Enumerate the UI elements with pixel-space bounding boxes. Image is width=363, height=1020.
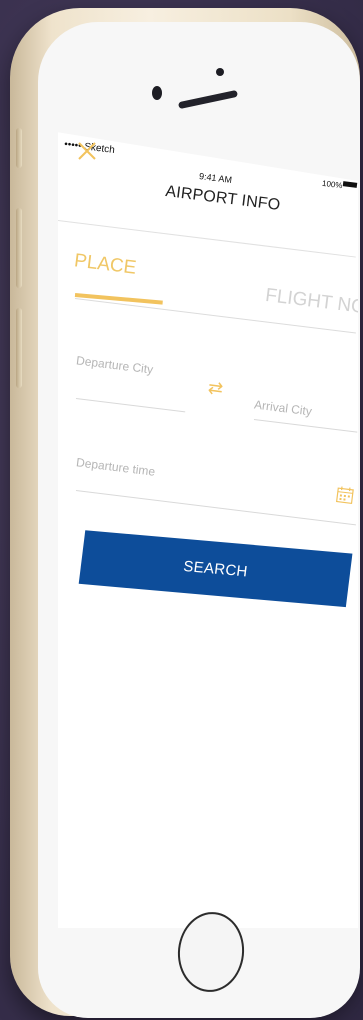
arrival-city-input[interactable]: Arrival City <box>253 398 312 419</box>
phone-frame: ••••• Sketch 9:41 AM 100% AIRPORT INFO P… <box>10 8 360 1018</box>
mute-switch <box>16 128 22 168</box>
departure-city-input[interactable]: Departure City <box>75 353 154 376</box>
departure-city-underline <box>75 398 186 413</box>
sensor <box>216 68 224 76</box>
search-button[interactable]: SEARCH <box>78 530 353 608</box>
app-screen: ••••• Sketch 9:41 AM 100% AIRPORT INFO P… <box>58 132 358 928</box>
calendar-icon[interactable] <box>335 485 355 505</box>
background: ••••• Sketch 9:41 AM 100% AIRPORT INFO P… <box>0 0 363 1020</box>
volume-down-button <box>16 308 22 388</box>
volume-up-button <box>16 208 22 288</box>
earpiece-speaker <box>177 89 239 110</box>
front-camera <box>152 86 162 100</box>
tab-place[interactable]: PLACE <box>73 250 137 279</box>
tab-flight-no[interactable]: FLIGHT NO <box>264 285 358 319</box>
departure-time-underline <box>75 490 356 526</box>
departure-time-input[interactable]: Departure time <box>75 455 155 479</box>
arrival-city-underline <box>253 419 358 433</box>
page-title: AIRPORT INFO <box>164 183 282 214</box>
swap-icon[interactable]: ⇄ <box>207 377 224 400</box>
close-icon[interactable] <box>76 140 98 162</box>
status-time: 9:41 AM <box>198 171 233 185</box>
battery-percent: 100% <box>321 178 343 191</box>
header-divider <box>58 220 356 258</box>
battery-icon <box>342 181 358 188</box>
